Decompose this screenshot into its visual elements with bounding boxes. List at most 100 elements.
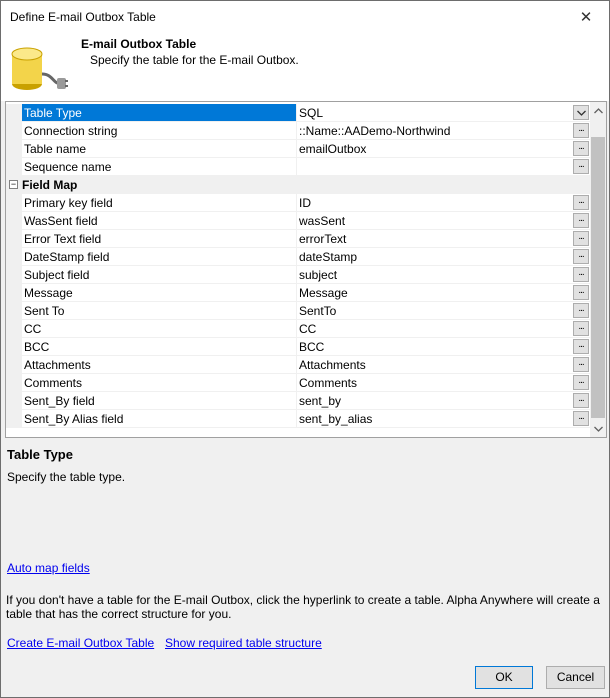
auto-map-fields-link[interactable]: Auto map fields — [7, 561, 90, 575]
property-name[interactable]: Subject field — [22, 266, 297, 284]
property-value[interactable]: Message — [297, 284, 591, 302]
property-name[interactable]: BCC — [22, 338, 297, 356]
scroll-up-icon[interactable] — [590, 102, 606, 119]
row-gutter — [6, 104, 22, 122]
ellipsis-button[interactable]: ... — [573, 249, 589, 264]
property-row[interactable]: Subject field subject... — [6, 266, 591, 284]
window-title: Define E-mail Outbox Table — [10, 10, 156, 24]
property-name[interactable]: Table name — [22, 140, 297, 158]
row-gutter — [6, 266, 22, 284]
property-name[interactable]: Sent_By field — [22, 392, 297, 410]
ellipsis-button[interactable]: ... — [573, 159, 589, 174]
create-table-link[interactable]: Create E-mail Outbox Table — [7, 636, 154, 650]
property-row[interactable]: Connection string::Name::AADemo-Northwin… — [6, 122, 591, 140]
property-row[interactable]: DateStamp field dateStamp... — [6, 248, 591, 266]
property-value[interactable]: Attachments — [297, 356, 591, 374]
property-value[interactable]: sent_by — [297, 392, 591, 410]
row-gutter — [6, 284, 22, 302]
ellipsis-button[interactable]: ... — [573, 393, 589, 408]
property-value[interactable] — [297, 158, 591, 176]
property-row[interactable]: Error Text field errorText... — [6, 230, 591, 248]
property-row[interactable]: Message Message... — [6, 284, 591, 302]
cancel-button[interactable]: Cancel — [546, 666, 605, 689]
ellipsis-button[interactable]: ... — [573, 141, 589, 156]
property-grid-body: Table Type SQL Connection string::Name::AA… — [6, 102, 591, 437]
property-name[interactable]: Primary key field — [22, 194, 297, 212]
ellipsis-button[interactable]: ... — [573, 267, 589, 282]
property-name[interactable]: Message — [22, 284, 297, 302]
property-row[interactable]: CC CC... — [6, 320, 591, 338]
property-value[interactable]: SentTo — [297, 302, 591, 320]
property-value[interactable]: Comments — [297, 374, 591, 392]
close-button[interactable]: ✕ — [563, 1, 609, 32]
property-row[interactable]: Primary key field ID... — [6, 194, 591, 212]
property-value[interactable]: subject — [297, 266, 591, 284]
property-name[interactable]: Sequence name — [22, 158, 297, 176]
collapse-icon[interactable]: − — [9, 180, 18, 189]
dialog-header: E-mail Outbox Table Specify the table fo… — [1, 32, 609, 101]
property-name[interactable]: Connection string — [22, 122, 297, 140]
property-value[interactable]: wasSent — [297, 212, 591, 230]
property-row[interactable]: WasSent field wasSent... — [6, 212, 591, 230]
ellipsis-button[interactable]: ... — [573, 375, 589, 390]
ellipsis-button[interactable]: ... — [573, 123, 589, 138]
property-row[interactable]: Table name emailOutbox... — [6, 140, 591, 158]
property-row[interactable]: BCC BCC... — [6, 338, 591, 356]
category-label: Field Map — [22, 178, 78, 192]
row-gutter — [6, 158, 22, 176]
property-row[interactable]: Comments Comments... — [6, 374, 591, 392]
property-row[interactable]: Sequence name... — [6, 158, 591, 176]
scroll-thumb[interactable] — [591, 137, 605, 418]
row-gutter — [6, 410, 22, 428]
row-gutter — [6, 230, 22, 248]
ellipsis-button[interactable]: ... — [573, 321, 589, 336]
database-plug-icon — [11, 47, 68, 90]
ellipsis-button[interactable]: ... — [573, 213, 589, 228]
description-title: Table Type — [7, 447, 73, 462]
scroll-down-icon[interactable] — [590, 420, 606, 437]
property-value[interactable]: emailOutbox — [297, 140, 591, 158]
ellipsis-button[interactable]: ... — [573, 411, 589, 426]
property-row[interactable]: Attachments Attachments... — [6, 356, 591, 374]
ellipsis-button[interactable]: ... — [573, 195, 589, 210]
property-name[interactable]: Error Text field — [22, 230, 297, 248]
category-row-field-map[interactable]: − Field Map — [6, 176, 591, 194]
property-name[interactable]: CC — [22, 320, 297, 338]
ellipsis-button[interactable]: ... — [573, 231, 589, 246]
property-name[interactable]: Sent To — [22, 302, 297, 320]
property-name[interactable]: DateStamp field — [22, 248, 297, 266]
property-value[interactable]: ::Name::AADemo-Northwind — [297, 122, 591, 140]
dialog-window: Define E-mail Outbox Table ✕ E-mail Outb… — [0, 0, 610, 698]
property-row[interactable]: Sent_By field sent_by... — [6, 392, 591, 410]
ellipsis-button[interactable]: ... — [573, 285, 589, 300]
row-gutter — [6, 392, 22, 410]
ellipsis-button[interactable]: ... — [573, 357, 589, 372]
property-row[interactable]: Table Type SQL — [6, 104, 591, 122]
property-row[interactable]: Sent To SentTo... — [6, 302, 591, 320]
vertical-scrollbar[interactable] — [590, 102, 606, 437]
property-name[interactable]: WasSent field — [22, 212, 297, 230]
property-value[interactable]: ID — [297, 194, 591, 212]
ellipsis-button[interactable]: ... — [573, 339, 589, 354]
property-name[interactable]: Attachments — [22, 356, 297, 374]
row-gutter — [6, 122, 22, 140]
property-name[interactable]: Sent_By Alias field — [22, 410, 297, 428]
ok-button[interactable]: OK — [475, 666, 533, 689]
info-text: If you don't have a table for the E-mail… — [6, 593, 600, 621]
property-value[interactable]: BCC — [297, 338, 591, 356]
property-value[interactable]: dateStamp — [297, 248, 591, 266]
ellipsis-button[interactable]: ... — [573, 303, 589, 318]
property-grid: Table Type SQL Connection string::Name::AA… — [5, 101, 607, 438]
property-value[interactable]: sent_by_alias — [297, 410, 591, 428]
row-gutter — [6, 356, 22, 374]
property-value[interactable]: SQL — [297, 104, 591, 122]
property-row[interactable]: Sent_By Alias field sent_by_alias... — [6, 410, 591, 428]
header-subtitle: Specify the table for the E-mail Outbox. — [90, 53, 299, 67]
property-value[interactable]: errorText — [297, 230, 591, 248]
property-value[interactable]: CC — [297, 320, 591, 338]
chevron-down-icon[interactable] — [573, 105, 589, 120]
property-name[interactable]: Table Type — [22, 104, 297, 122]
property-name[interactable]: Comments — [22, 374, 297, 392]
show-structure-link[interactable]: Show required table structure — [165, 636, 322, 650]
row-gutter — [6, 338, 22, 356]
